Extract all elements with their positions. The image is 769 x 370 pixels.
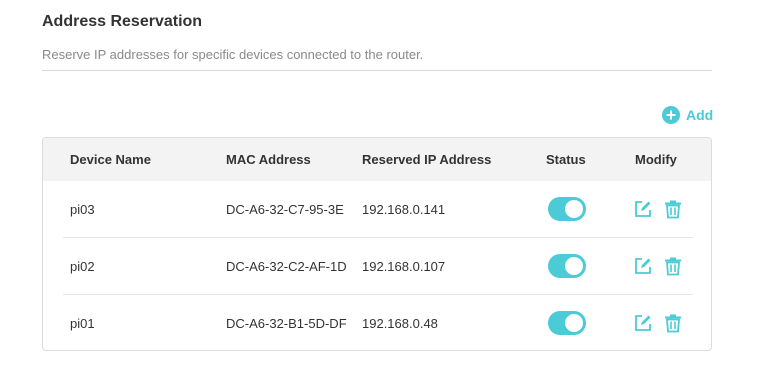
edit-icon[interactable] [633, 199, 653, 219]
cell-mac-address: DC-A6-32-C7-95-3E [226, 202, 344, 217]
address-reservation-page: Address Reservation Reserve IP addresses… [0, 0, 769, 370]
trash-icon[interactable] [663, 313, 683, 333]
header-mac-address: MAC Address [226, 152, 311, 167]
header-status: Status [546, 152, 586, 167]
plus-circle-icon [662, 106, 680, 124]
cell-reserved-ip: 192.168.0.107 [362, 259, 446, 274]
table-row: pi02 DC-A6-32-C2-AF-1D 192.168.0.107 [43, 238, 711, 295]
header-device-name: Device Name [70, 152, 151, 167]
header-reserved-ip: Reserved IP Address [362, 152, 492, 167]
table-header: Device Name MAC Address Reserved IP Addr… [43, 138, 711, 181]
table-row: pi01 DC-A6-32-B1-5D-DF 192.168.0.48 [43, 295, 711, 350]
toggle-knob [565, 200, 583, 218]
status-toggle[interactable] [548, 311, 586, 335]
trash-icon[interactable] [663, 256, 683, 276]
section-divider [42, 70, 712, 71]
trash-icon[interactable] [663, 199, 683, 219]
cell-reserved-ip: 192.168.0.141 [362, 202, 446, 217]
add-button[interactable]: Add [662, 106, 713, 124]
section-title: Address Reservation [42, 13, 203, 30]
cell-device-name: pi03 [70, 202, 95, 217]
section-description: Reserve IP addresses for specific device… [42, 47, 424, 62]
add-label: Add [686, 107, 714, 123]
cell-mac-address: DC-A6-32-C2-AF-1D [226, 259, 347, 274]
reservation-table: Device Name MAC Address Reserved IP Addr… [42, 137, 712, 351]
edit-icon[interactable] [633, 313, 653, 333]
cell-device-name: pi01 [70, 316, 95, 331]
toggle-knob [565, 314, 583, 332]
cell-mac-address: DC-A6-32-B1-5D-DF [226, 316, 347, 331]
status-toggle[interactable] [548, 197, 586, 221]
cell-reserved-ip: 192.168.0.48 [362, 316, 438, 331]
cell-device-name: pi02 [70, 259, 95, 274]
status-toggle[interactable] [548, 254, 586, 278]
table-row: pi03 DC-A6-32-C7-95-3E 192.168.0.141 [43, 181, 711, 238]
toggle-knob [565, 257, 583, 275]
edit-icon[interactable] [633, 256, 653, 276]
header-modify: Modify [635, 152, 677, 167]
